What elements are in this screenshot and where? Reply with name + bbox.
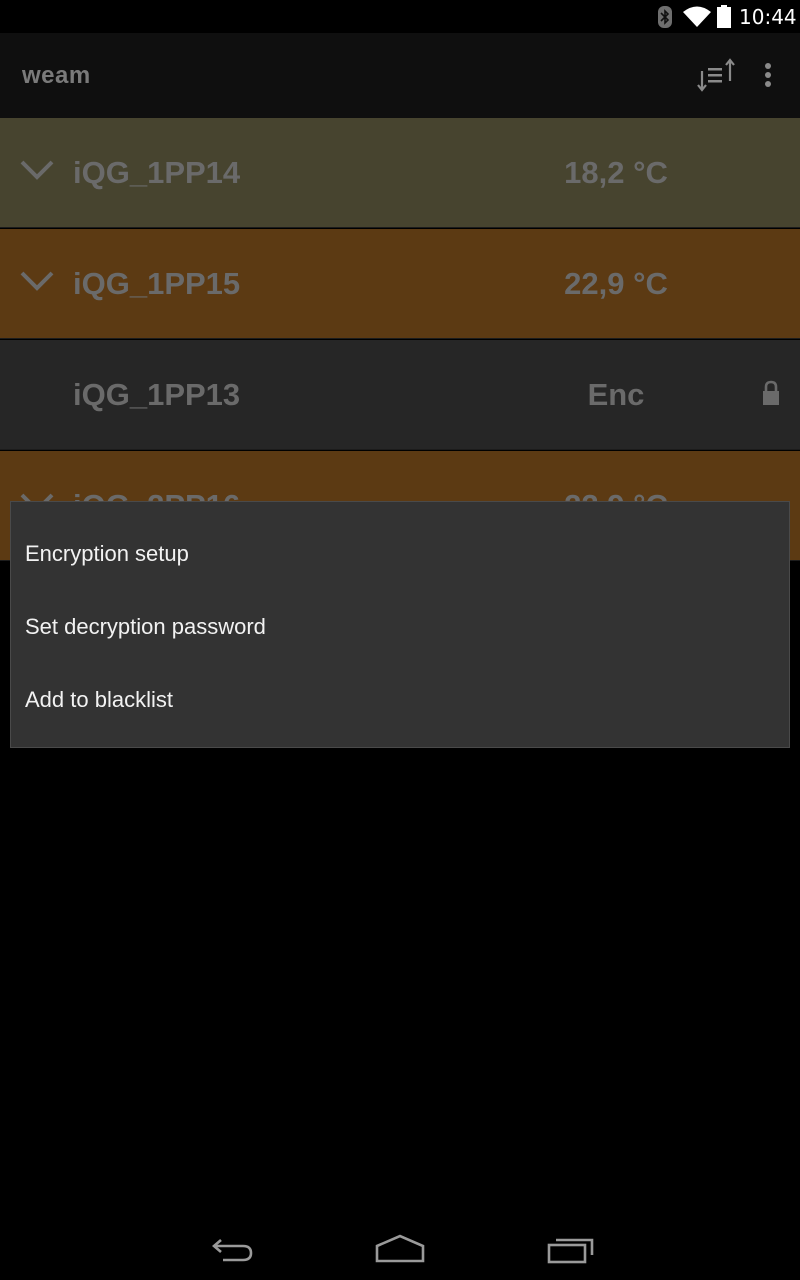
clock: 10:44 — [739, 5, 797, 29]
battery-icon — [717, 5, 731, 28]
device-name: iQG_1PP13 — [73, 377, 241, 412]
recents-icon[interactable] — [546, 1233, 596, 1265]
list-item[interactable]: iQG_1PP15 22,9 °C — [0, 229, 800, 339]
sort-icon[interactable] — [690, 55, 740, 97]
navigation-bar — [0, 1216, 800, 1280]
device-reading: 18,2 °C — [564, 155, 668, 190]
action-bar: weam — [0, 33, 800, 118]
back-icon[interactable] — [205, 1236, 255, 1266]
menu-item-set-decryption-password[interactable]: Set decryption password — [11, 590, 789, 663]
list-item[interactable]: iQG_1PP13 Enc — [0, 340, 800, 450]
status-bar: 10:44 — [0, 0, 800, 33]
screen: 10:44 weam iQG_1PP14 18,2 °C iQG_1PP15 2… — [0, 0, 800, 1280]
device-reading: 22,9 °C — [564, 266, 668, 301]
home-icon[interactable] — [374, 1234, 426, 1264]
lock-icon — [763, 380, 779, 405]
app-title: weam — [22, 62, 91, 89]
chevron-down-icon[interactable] — [19, 267, 55, 295]
menu-item-add-to-blacklist[interactable]: Add to blacklist — [11, 663, 789, 736]
context-menu: Encryption setup Set decryption password… — [10, 501, 790, 748]
menu-item-encryption-setup[interactable]: Encryption setup — [11, 517, 789, 590]
wifi-icon — [683, 6, 711, 27]
overflow-menu-icon[interactable] — [754, 55, 782, 97]
list-item[interactable]: iQG_1PP14 18,2 °C — [0, 118, 800, 228]
device-name: iQG_1PP14 — [73, 155, 241, 190]
device-name: iQG_1PP15 — [73, 266, 241, 301]
device-reading: Enc — [587, 377, 645, 412]
bluetooth-icon — [658, 6, 672, 28]
chevron-down-icon[interactable] — [19, 156, 55, 184]
